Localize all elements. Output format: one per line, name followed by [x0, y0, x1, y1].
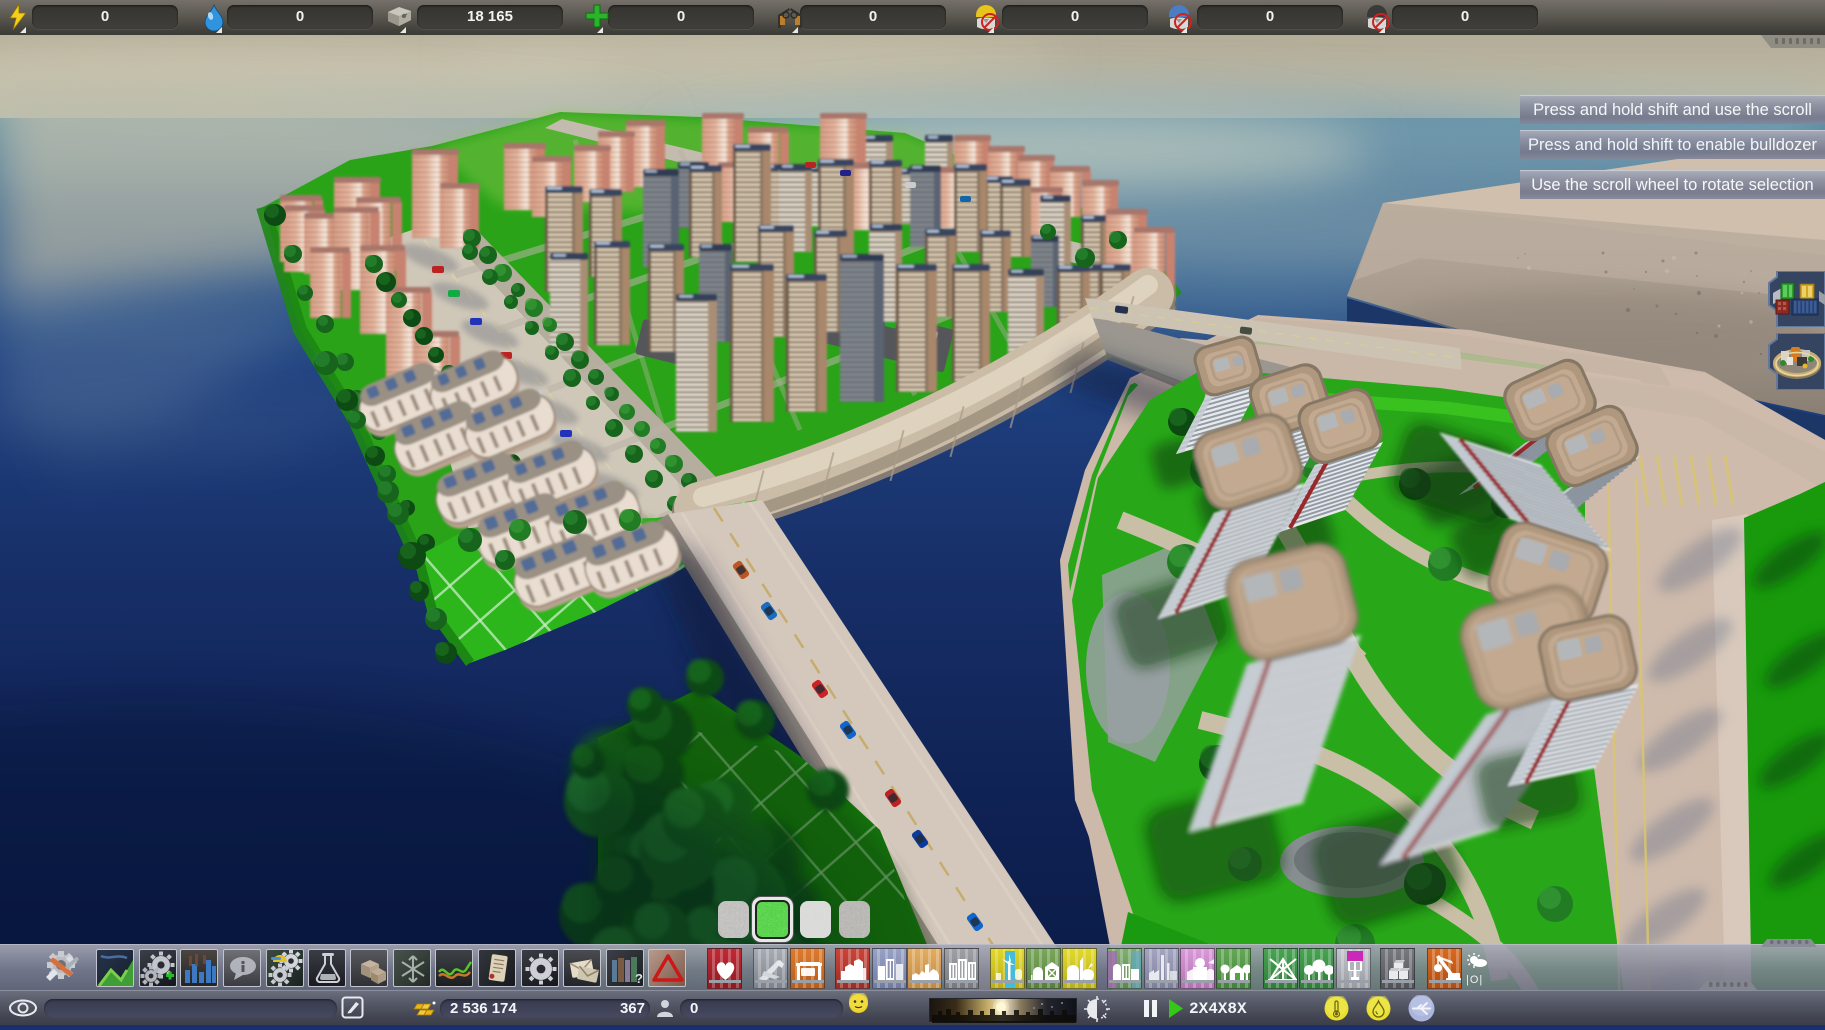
- svg-text:?: ?: [635, 971, 643, 986]
